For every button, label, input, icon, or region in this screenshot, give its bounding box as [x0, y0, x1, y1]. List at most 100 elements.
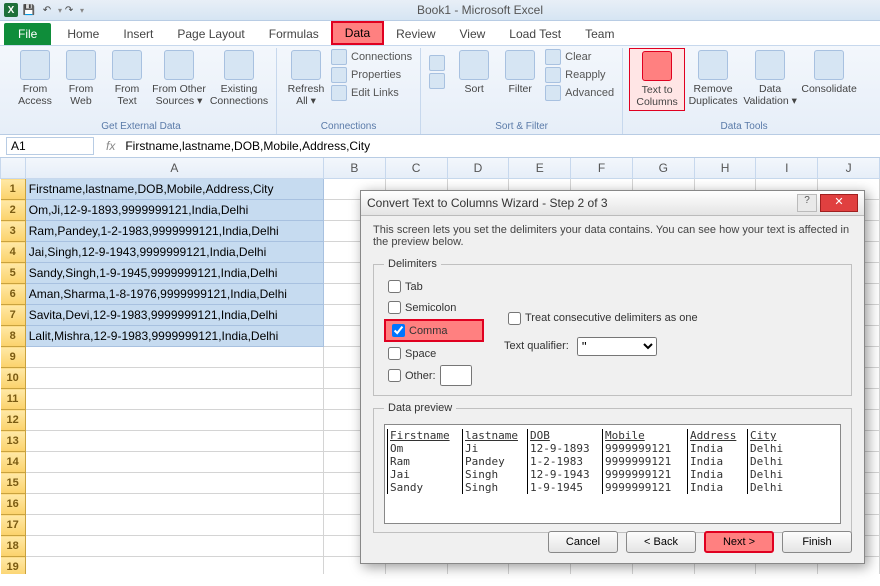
- sort-button[interactable]: Sort: [451, 48, 497, 97]
- undo-icon[interactable]: ↶: [40, 3, 54, 17]
- from-web-button[interactable]: From Web: [58, 48, 104, 109]
- next-button[interactable]: Next >: [704, 531, 774, 553]
- col-header[interactable]: H: [694, 158, 756, 179]
- cell[interactable]: [25, 347, 323, 368]
- text-qualifier-select[interactable]: ": [577, 337, 657, 356]
- col-header[interactable]: E: [509, 158, 571, 179]
- cell[interactable]: Aman,Sharma,1-8-1976,9999999121,India,De…: [25, 284, 323, 305]
- row-header[interactable]: 15: [1, 473, 26, 494]
- finish-button[interactable]: Finish: [782, 531, 852, 553]
- row-header[interactable]: 19: [1, 557, 26, 575]
- col-header[interactable]: D: [447, 158, 509, 179]
- other-delim-input[interactable]: [440, 365, 472, 386]
- row-header[interactable]: 8: [1, 326, 26, 347]
- tab-file[interactable]: File: [4, 23, 51, 45]
- row-header[interactable]: 13: [1, 431, 26, 452]
- cell[interactable]: [25, 452, 323, 473]
- preview-pane[interactable]: FirstnamelastnameDOBMobileAddressCityOmJ…: [384, 424, 841, 524]
- tab-load-test[interactable]: Load Test: [497, 22, 573, 45]
- semicolon-checkbox[interactable]: Semicolon: [384, 298, 484, 317]
- tab-view[interactable]: View: [448, 22, 498, 45]
- cell[interactable]: Sandy,Singh,1-9-1945,9999999121,India,De…: [25, 263, 323, 284]
- col-header[interactable]: G: [632, 158, 694, 179]
- tab-data[interactable]: Data: [331, 21, 384, 45]
- redo-icon[interactable]: ↷: [62, 3, 76, 17]
- row-header[interactable]: 10: [1, 368, 26, 389]
- cell[interactable]: [25, 557, 323, 575]
- tab-home[interactable]: Home: [55, 22, 111, 45]
- col-header[interactable]: B: [323, 158, 385, 179]
- tab-team[interactable]: Team: [573, 22, 626, 45]
- col-header[interactable]: J: [818, 158, 880, 179]
- cell[interactable]: [25, 368, 323, 389]
- row-header[interactable]: 12: [1, 410, 26, 431]
- row-header[interactable]: 11: [1, 389, 26, 410]
- row-header[interactable]: 17: [1, 515, 26, 536]
- row-header[interactable]: 16: [1, 494, 26, 515]
- formula-input[interactable]: Firstname,lastname,DOB,Mobile,Address,Ci…: [121, 138, 880, 154]
- filter-button[interactable]: Filter: [497, 48, 543, 97]
- treat-consecutive-checkbox[interactable]: Treat consecutive delimiters as one: [504, 309, 698, 328]
- tab-insert[interactable]: Insert: [111, 22, 165, 45]
- cell[interactable]: Jai,Singh,12-9-1943,9999999121,India,Del…: [25, 242, 323, 263]
- data-validation-button[interactable]: Data Validation ▾: [741, 48, 799, 109]
- tab-formulas[interactable]: Formulas: [257, 22, 331, 45]
- row-header[interactable]: 6: [1, 284, 26, 305]
- existing-connections-button[interactable]: Existing Connections: [208, 48, 270, 109]
- cell[interactable]: [25, 536, 323, 557]
- connections-icon: [331, 49, 347, 65]
- cell[interactable]: [25, 431, 323, 452]
- row-header[interactable]: 5: [1, 263, 26, 284]
- sort-za-button[interactable]: [427, 72, 451, 90]
- fx-icon[interactable]: fx: [106, 139, 115, 153]
- help-button[interactable]: ?: [797, 194, 817, 212]
- sort-az-button[interactable]: [427, 54, 451, 72]
- row-header[interactable]: 18: [1, 536, 26, 557]
- col-header[interactable]: A: [25, 158, 323, 179]
- cell[interactable]: Savita,Devi,12-9-1983,9999999121,India,D…: [25, 305, 323, 326]
- from-text-button[interactable]: From Text: [104, 48, 150, 109]
- other-checkbox[interactable]: Other:: [384, 365, 484, 386]
- cancel-button[interactable]: Cancel: [548, 531, 618, 553]
- remove-duplicates-button[interactable]: Remove Duplicates: [685, 48, 741, 109]
- cell[interactable]: Lalit,Mishra,12-9-1983,9999999121,India,…: [25, 326, 323, 347]
- cell[interactable]: Om,Ji,12-9-1893,9999999121,India,Delhi: [25, 200, 323, 221]
- cell[interactable]: [25, 389, 323, 410]
- col-header[interactable]: F: [571, 158, 633, 179]
- reapply-button[interactable]: Reapply: [543, 66, 616, 84]
- row-header[interactable]: 3: [1, 221, 26, 242]
- save-icon[interactable]: 💾: [22, 3, 36, 17]
- clear-button[interactable]: Clear: [543, 48, 616, 66]
- row-header[interactable]: 4: [1, 242, 26, 263]
- row-header[interactable]: 9: [1, 347, 26, 368]
- col-header[interactable]: C: [385, 158, 447, 179]
- tab-review[interactable]: Review: [384, 22, 447, 45]
- row-header[interactable]: 2: [1, 200, 26, 221]
- cell[interactable]: Ram,Pandey,1-2-1983,9999999121,India,Del…: [25, 221, 323, 242]
- cell[interactable]: [25, 473, 323, 494]
- refresh-all-button[interactable]: Refresh All ▾: [283, 48, 329, 109]
- from-other-sources-button[interactable]: From Other Sources ▾: [150, 48, 208, 109]
- edit-links-button[interactable]: Edit Links: [329, 84, 414, 102]
- comma-checkbox[interactable]: Comma: [384, 319, 484, 342]
- row-header[interactable]: 1: [1, 179, 26, 200]
- from-access-button[interactable]: From Access: [12, 48, 58, 109]
- connections-button[interactable]: Connections: [329, 48, 414, 66]
- back-button[interactable]: < Back: [626, 531, 696, 553]
- close-button[interactable]: ✕: [820, 194, 858, 212]
- text-to-columns-button[interactable]: Text to Columns: [629, 48, 685, 111]
- cell[interactable]: [25, 410, 323, 431]
- advanced-button[interactable]: Advanced: [543, 84, 616, 102]
- properties-button[interactable]: Properties: [329, 66, 414, 84]
- name-box[interactable]: [6, 137, 94, 155]
- consolidate-button[interactable]: Consolidate: [799, 48, 859, 97]
- row-header[interactable]: 7: [1, 305, 26, 326]
- tab-checkbox[interactable]: Tab: [384, 277, 484, 296]
- cell[interactable]: Firstname,lastname,DOB,Mobile,Address,Ci…: [25, 179, 323, 200]
- cell[interactable]: [25, 515, 323, 536]
- row-header[interactable]: 14: [1, 452, 26, 473]
- tab-page-layout[interactable]: Page Layout: [165, 22, 256, 45]
- col-header[interactable]: I: [756, 158, 818, 179]
- space-checkbox[interactable]: Space: [384, 344, 484, 363]
- cell[interactable]: [25, 494, 323, 515]
